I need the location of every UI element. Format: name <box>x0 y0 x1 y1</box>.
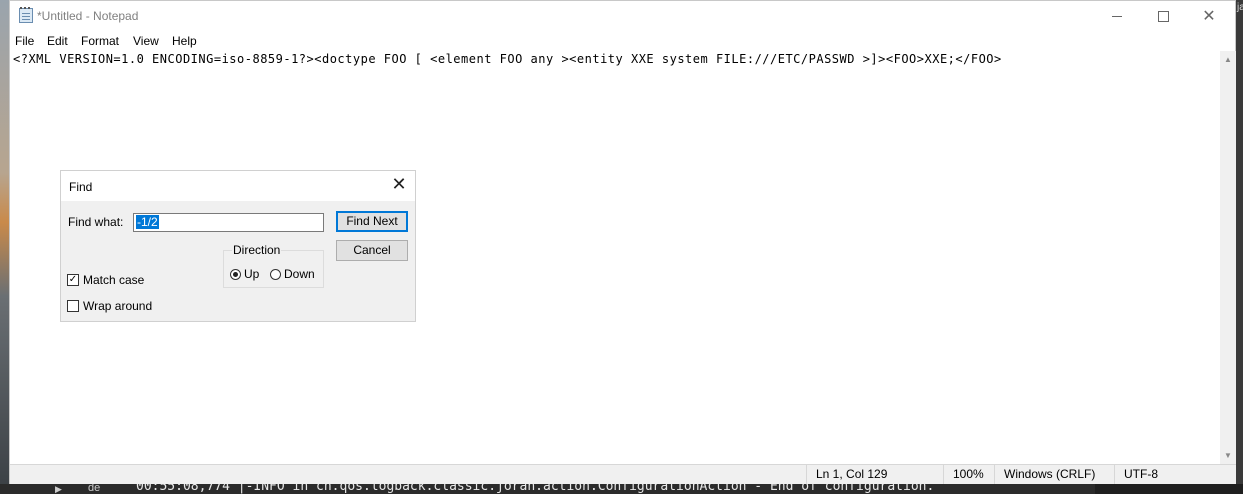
direction-down-label: Down <box>284 267 315 281</box>
match-case-checkbox[interactable]: ✓ Match case <box>67 273 144 287</box>
match-case-label: Match case <box>83 273 145 287</box>
radio-unselected-icon <box>270 268 281 280</box>
scroll-down-icon[interactable]: ▼ <box>1220 447 1236 464</box>
window-title: *Untitled - Notepad <box>37 9 139 23</box>
background-window-edge: ja <box>1236 0 1243 494</box>
background-console-log: 00:55:08,774 |-INFO in ch.qos.logback.cl… <box>136 484 935 494</box>
background-console-dark-area <box>1095 484 1243 494</box>
background-edge-text: ja <box>1237 2 1243 13</box>
close-button[interactable]: ✕ <box>1186 1 1232 32</box>
find-dialog: Find ✕ Find what: -1/2 Find Next Cancel … <box>60 170 416 322</box>
minimize-icon <box>1112 16 1122 17</box>
find-dialog-title: Find <box>69 180 93 194</box>
find-what-selected-text: -1/2 <box>136 215 159 229</box>
checkbox-unchecked-icon <box>67 300 79 312</box>
menu-edit[interactable]: Edit <box>47 34 68 48</box>
cancel-button[interactable]: Cancel <box>336 240 408 261</box>
status-zoom: 100% <box>943 465 994 484</box>
editor-content[interactable]: <?XML VERSION=1.0 ENCODING=iso-8859-1?><… <box>13 52 1002 66</box>
find-dialog-close-button[interactable]: ✕ <box>389 175 409 193</box>
menu-view[interactable]: View <box>133 34 159 48</box>
radio-selected-icon <box>230 268 241 280</box>
find-next-button[interactable]: Find Next <box>336 211 408 232</box>
maximize-button[interactable] <box>1140 1 1186 32</box>
direction-label: Direction <box>232 243 282 257</box>
find-what-input[interactable]: -1/2 <box>133 213 324 232</box>
close-icon: ✕ <box>391 174 407 194</box>
status-encoding: UTF-8 <box>1114 465 1236 484</box>
background-console-tag: de <box>88 484 101 494</box>
direction-up-radio[interactable]: Up <box>230 267 259 281</box>
wrap-around-checkbox[interactable]: Wrap around <box>67 299 152 313</box>
scroll-up-icon[interactable]: ▲ <box>1220 51 1236 68</box>
find-dialog-title-bar[interactable]: Find ✕ <box>61 171 415 201</box>
status-bar: Ln 1, Col 129 100% Windows (CRLF) UTF-8 <box>10 464 1236 484</box>
expand-triangle-icon: ▶ <box>55 484 62 494</box>
title-bar[interactable]: *Untitled - Notepad ✕ <box>10 1 1235 32</box>
direction-up-label: Up <box>244 267 260 281</box>
status-cursor-position: Ln 1, Col 129 <box>806 465 943 484</box>
menu-help[interactable]: Help <box>172 34 197 48</box>
find-what-label: Find what: <box>68 215 124 229</box>
status-line-ending: Windows (CRLF) <box>994 465 1114 484</box>
desktop-wallpaper <box>0 0 9 494</box>
checkbox-checked-icon: ✓ <box>67 274 79 286</box>
vertical-scrollbar[interactable]: ▲ ▼ <box>1220 51 1236 464</box>
menu-bar: File Edit Format View Help <box>10 32 1235 51</box>
notepad-icon <box>19 7 33 23</box>
close-icon: ✕ <box>1202 7 1216 25</box>
background-console: ▶ de 00:55:08,774 |-INFO in ch.qos.logba… <box>0 484 1243 494</box>
wrap-around-label: Wrap around <box>83 299 153 313</box>
menu-file[interactable]: File <box>15 34 34 48</box>
maximize-icon <box>1157 11 1169 22</box>
menu-format[interactable]: Format <box>81 34 119 48</box>
minimize-button[interactable] <box>1094 1 1140 32</box>
direction-group: Direction Up Down <box>223 243 324 288</box>
direction-down-radio[interactable]: Down <box>270 267 315 281</box>
